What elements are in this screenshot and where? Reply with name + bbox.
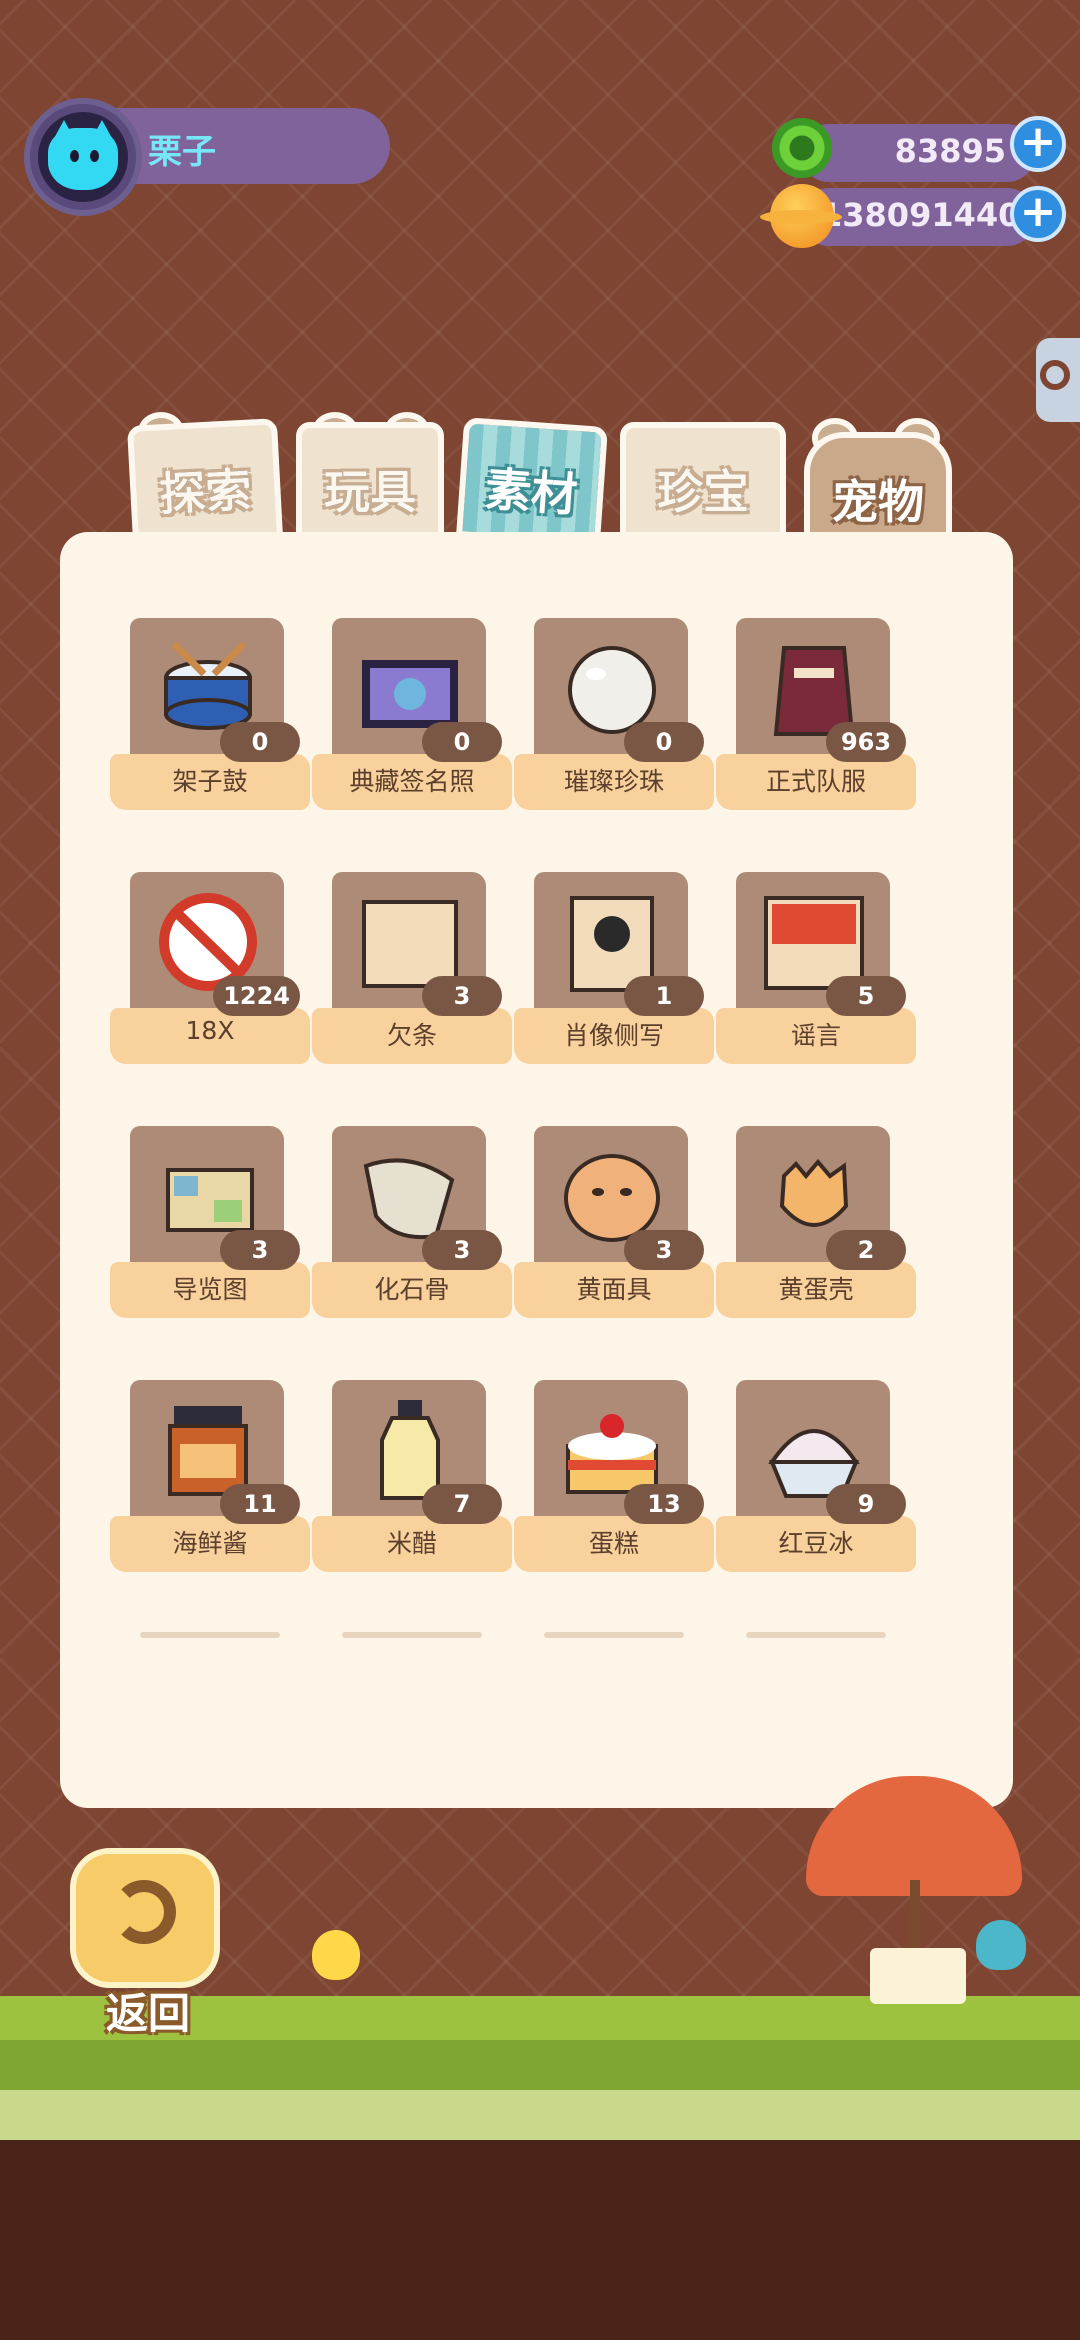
- item-slot[interactable]: 米醋 7: [312, 1380, 516, 1580]
- sleeping-slime-character[interactable]: [976, 1920, 1026, 1970]
- grass-strip-light: [0, 2090, 1080, 2140]
- tab-pets-label: 宠物: [832, 475, 924, 529]
- planet-ring-icon: [760, 210, 842, 224]
- item-slot[interactable]: 18X 1224: [110, 872, 314, 1072]
- avatar[interactable]: [38, 112, 128, 202]
- item-slot[interactable]: 欠条 3: [312, 872, 516, 1072]
- item-count-badge: 0: [220, 722, 300, 762]
- cafe-table: [870, 1948, 966, 2004]
- item-slot[interactable]: 典藏签名照 0: [312, 618, 516, 818]
- tab-treasure[interactable]: 珍宝: [620, 422, 786, 542]
- item-slot[interactable]: 海鲜酱 11: [110, 1380, 314, 1580]
- item-count-badge: 3: [220, 1230, 300, 1270]
- item-name: 红豆冰: [778, 1529, 854, 1558]
- scissors-icon: [1040, 360, 1070, 390]
- item-name: 海鲜酱: [172, 1529, 248, 1558]
- item-slot[interactable]: 导览图 3: [110, 1126, 314, 1326]
- item-slot[interactable]: 架子鼓 0: [110, 618, 314, 818]
- item-name: 典藏签名照: [349, 767, 475, 796]
- next-row-divider: [342, 1632, 482, 1638]
- next-row-divider: [746, 1632, 886, 1638]
- tab-explore-label: 探索: [158, 462, 253, 522]
- item-count-badge: 1224: [213, 976, 300, 1016]
- add-gold-coin-button[interactable]: +: [1010, 186, 1066, 242]
- item-count-badge: 0: [624, 722, 704, 762]
- item-slot[interactable]: 谣言 5: [716, 872, 920, 1072]
- item-name: 正式队服: [765, 767, 866, 796]
- item-name: 黄蛋壳: [778, 1275, 854, 1304]
- item-count-badge: 1: [624, 976, 704, 1016]
- item-name: 导览图: [172, 1275, 248, 1304]
- item-name: 谣言: [790, 1021, 841, 1050]
- player-name: 栗子: [148, 132, 216, 172]
- tab-materials-label: 素材: [483, 461, 580, 523]
- item-slot[interactable]: 蛋糕 13: [514, 1380, 718, 1580]
- item-name: 化石骨: [374, 1275, 450, 1304]
- item-name: 架子鼓: [172, 767, 248, 796]
- tab-toys[interactable]: 玩具: [296, 422, 444, 542]
- next-row-divider: [140, 1632, 280, 1638]
- tab-materials[interactable]: 素材: [455, 417, 609, 547]
- item-count-badge: 3: [422, 1230, 502, 1270]
- underground-soil: [0, 2140, 1080, 2340]
- item-count-badge: 9: [826, 1484, 906, 1524]
- item-name: 18X: [185, 1016, 235, 1045]
- item-name: 肖像侧写: [563, 1021, 664, 1050]
- item-count-badge: 3: [422, 976, 502, 1016]
- tab-toys-label: 玩具: [324, 465, 416, 519]
- item-slot[interactable]: 璀璨珍珠 0: [514, 618, 718, 818]
- back-button-label[interactable]: 返回: [96, 1980, 200, 2041]
- item-name: 米醋: [386, 1529, 437, 1558]
- item-name: 蛋糕: [588, 1529, 639, 1558]
- add-green-coin-button[interactable]: +: [1010, 116, 1066, 172]
- item-count-badge: 11: [220, 1484, 300, 1524]
- item-name: 欠条: [386, 1021, 437, 1050]
- gold-coin-value: 138091440: [820, 196, 1021, 234]
- tab-treasure-label: 珍宝: [657, 465, 749, 519]
- item-slot[interactable]: 黄蛋壳 2: [716, 1126, 920, 1326]
- item-slot[interactable]: 化石骨 3: [312, 1126, 516, 1326]
- grass-strip-dark: [0, 2040, 1080, 2096]
- green-coin-icon: [772, 118, 832, 178]
- item-count-badge: 5: [826, 976, 906, 1016]
- item-count-badge: 963: [826, 722, 906, 762]
- item-count-badge: 7: [422, 1484, 502, 1524]
- return-arrow-icon: [112, 1880, 176, 1944]
- item-slot[interactable]: 红豆冰 9: [716, 1380, 920, 1580]
- chick-character[interactable]: [312, 1930, 360, 1980]
- item-slot[interactable]: 黄面具 3: [514, 1126, 718, 1326]
- item-count-badge: 13: [624, 1484, 704, 1524]
- item-slot[interactable]: 肖像侧写 1: [514, 872, 718, 1072]
- item-count-badge: 2: [826, 1230, 906, 1270]
- item-count-badge: 3: [624, 1230, 704, 1270]
- green-coin-value: 83895: [894, 132, 1006, 170]
- next-row-divider: [544, 1632, 684, 1638]
- item-count-badge: 0: [422, 722, 502, 762]
- item-name: 璀璨珍珠: [563, 767, 664, 796]
- tab-explore[interactable]: 探索: [126, 418, 284, 546]
- item-slot[interactable]: 正式队服 963: [716, 618, 920, 818]
- item-name: 黄面具: [576, 1275, 652, 1304]
